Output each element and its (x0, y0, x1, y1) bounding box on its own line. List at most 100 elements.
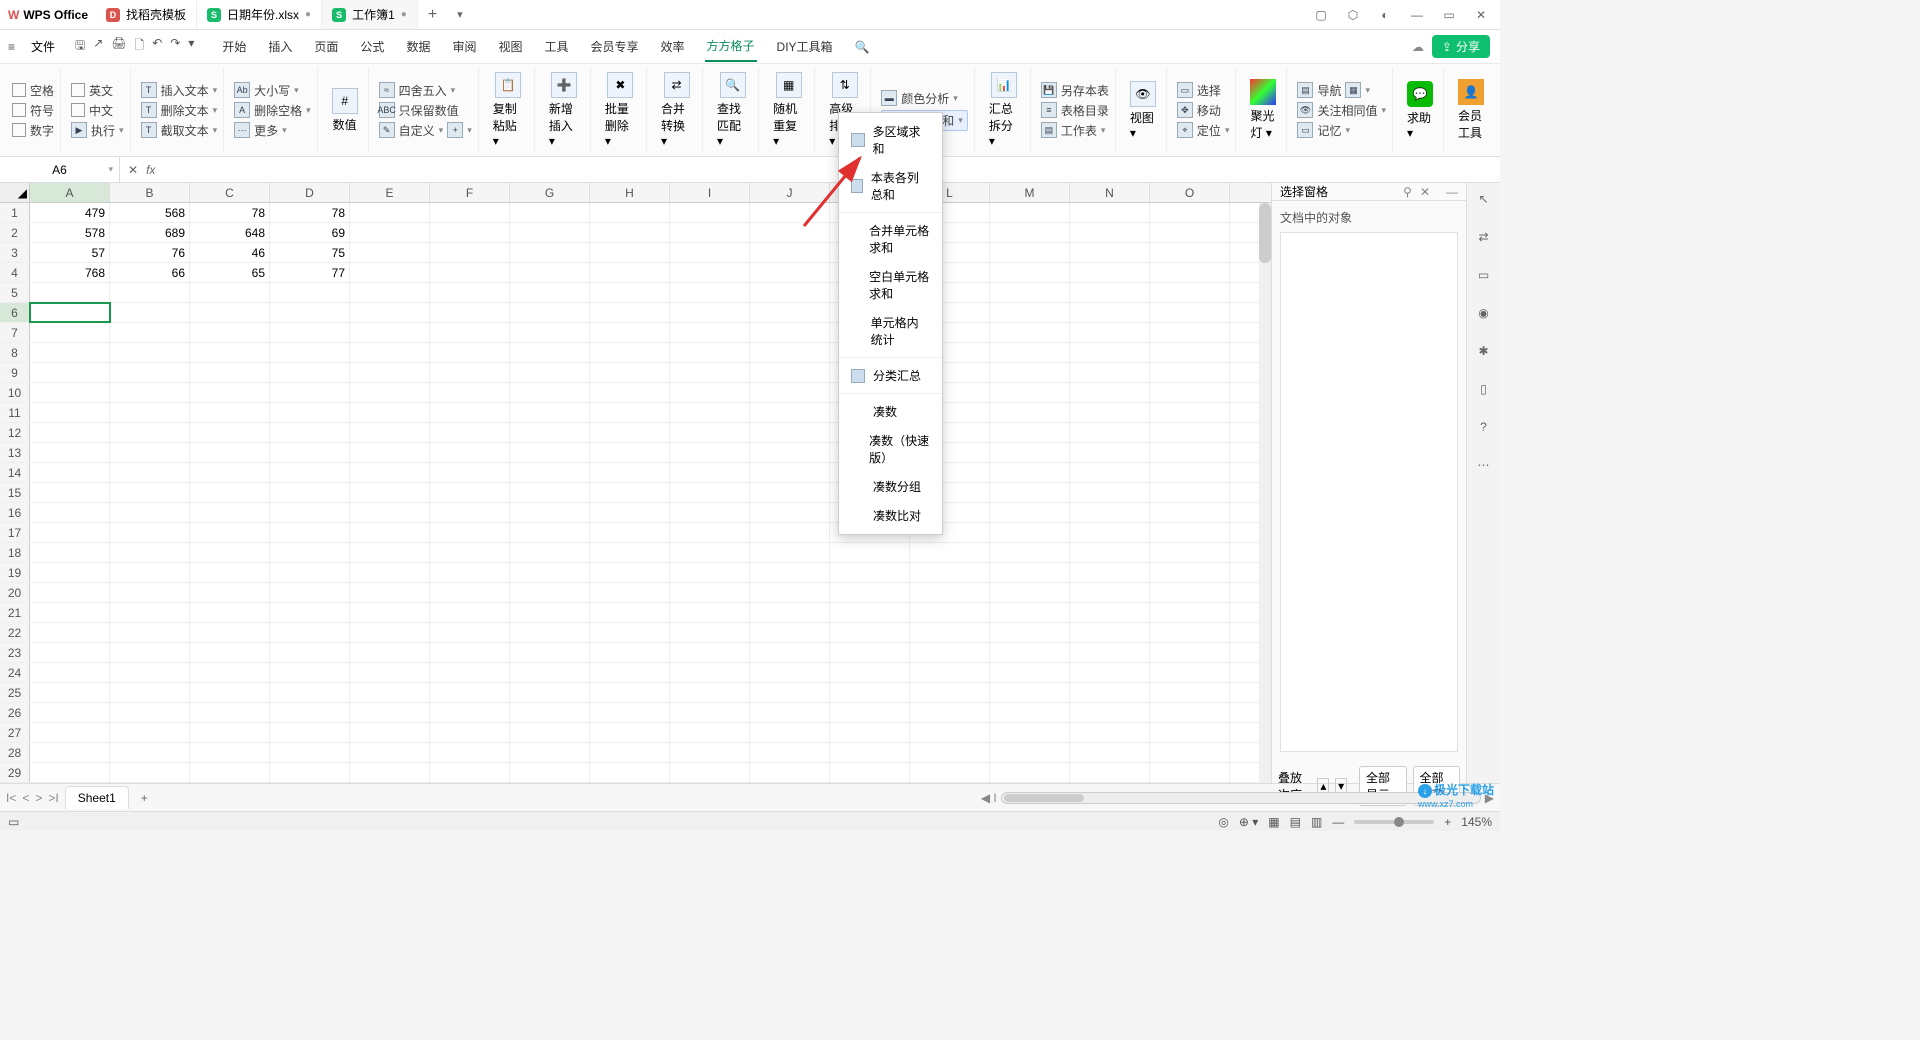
cell[interactable] (750, 683, 830, 702)
cell[interactable] (1150, 263, 1230, 282)
doc-tab-sheet2[interactable]: S 工作簿1 ● (322, 0, 418, 29)
cell[interactable] (350, 543, 430, 562)
cell[interactable] (1070, 583, 1150, 602)
check-symbol[interactable]: 符号 (12, 102, 54, 119)
check-number[interactable]: 数字 (12, 122, 54, 139)
cell[interactable] (270, 483, 350, 502)
column-header[interactable]: D (270, 183, 350, 202)
horizontal-scrollbar[interactable] (1001, 792, 1481, 804)
cell[interactable] (430, 223, 510, 242)
cell[interactable] (1150, 363, 1230, 382)
cell[interactable] (270, 663, 350, 682)
cell[interactable] (750, 203, 830, 222)
cell[interactable] (750, 543, 830, 562)
cell[interactable] (750, 743, 830, 762)
row-header[interactable]: 19 (0, 563, 30, 582)
spreadsheet-grid[interactable]: ◢ ABCDEFGHIJKLMNO 1479568787825786896486… (0, 183, 1271, 783)
fx-icon[interactable]: fx (146, 163, 155, 177)
cell[interactable] (990, 263, 1070, 282)
cancel-formula-icon[interactable]: ✕ (128, 163, 138, 177)
cell[interactable] (750, 763, 830, 782)
cell[interactable] (830, 743, 910, 762)
cell[interactable] (110, 483, 190, 502)
cell[interactable] (190, 403, 270, 422)
cell[interactable] (190, 603, 270, 622)
cell[interactable] (670, 243, 750, 262)
cell[interactable] (1150, 203, 1230, 222)
copypaste-button[interactable]: 📋复制粘贴 ▾ (489, 70, 528, 150)
cell[interactable] (590, 243, 670, 262)
cell[interactable]: 75 (270, 243, 350, 262)
cell[interactable] (350, 343, 430, 362)
cell[interactable] (590, 323, 670, 342)
cell[interactable] (110, 663, 190, 682)
link-tool-icon[interactable]: ⇄ (1474, 227, 1494, 247)
cell[interactable] (350, 643, 430, 662)
cell[interactable] (750, 663, 830, 682)
cell[interactable] (270, 383, 350, 402)
cell[interactable] (510, 663, 590, 682)
cell[interactable] (1070, 363, 1150, 382)
cell[interactable] (990, 503, 1070, 522)
case-button[interactable]: Ab大小写▾ (234, 82, 311, 99)
undo-icon[interactable]: ↶ (152, 36, 162, 57)
cell[interactable] (190, 523, 270, 542)
row-header[interactable]: 1 (0, 203, 30, 222)
cell[interactable]: 689 (110, 223, 190, 242)
cell[interactable] (350, 283, 430, 302)
cell[interactable] (1150, 583, 1230, 602)
cell[interactable] (830, 663, 910, 682)
cell[interactable] (590, 623, 670, 642)
cell[interactable] (1150, 643, 1230, 662)
row-header[interactable]: 28 (0, 743, 30, 762)
keepnum-button[interactable]: ABC只保留数值 (379, 102, 472, 119)
cell[interactable] (270, 743, 350, 762)
cell[interactable] (510, 343, 590, 362)
status-mode-icon[interactable]: ▭ (8, 815, 19, 829)
cell[interactable] (430, 743, 510, 762)
tab-review[interactable]: 审阅 (450, 32, 478, 61)
cell[interactable] (510, 423, 590, 442)
formula-input[interactable] (163, 157, 1500, 182)
cell[interactable] (990, 203, 1070, 222)
cell[interactable] (1150, 383, 1230, 402)
row-header[interactable]: 6 (0, 303, 30, 322)
cell[interactable] (510, 303, 590, 322)
cell[interactable] (110, 703, 190, 722)
cell[interactable]: 46 (190, 243, 270, 262)
cell[interactable] (990, 243, 1070, 262)
cell[interactable] (510, 683, 590, 702)
cell[interactable] (670, 323, 750, 342)
cell[interactable] (350, 263, 430, 282)
cell[interactable] (430, 623, 510, 642)
cell[interactable] (670, 483, 750, 502)
cell[interactable] (830, 583, 910, 602)
cell[interactable] (590, 523, 670, 542)
page-tool-icon[interactable]: ▭ (1474, 265, 1494, 285)
sheet-last-icon[interactable]: >I (48, 791, 58, 805)
cell[interactable] (590, 283, 670, 302)
cell[interactable] (910, 643, 990, 662)
cell[interactable] (990, 363, 1070, 382)
book-tool-icon[interactable]: ▯ (1474, 379, 1494, 399)
cell[interactable] (590, 223, 670, 242)
target-icon[interactable]: ⊕ ▾ (1239, 815, 1258, 829)
check-chinese[interactable]: 中文 (71, 102, 124, 119)
avatar-icon[interactable]: ◐ (1376, 6, 1394, 24)
cell[interactable] (270, 363, 350, 382)
cell[interactable] (590, 463, 670, 482)
add-sheet-button[interactable]: + (135, 791, 154, 805)
cell[interactable] (990, 443, 1070, 462)
cell[interactable] (430, 663, 510, 682)
memory-button[interactable]: ▭记忆▾ (1297, 122, 1386, 139)
cell[interactable] (270, 523, 350, 542)
cell[interactable] (430, 423, 510, 442)
cloud-icon[interactable]: ☁ (1412, 40, 1424, 54)
maximize-button[interactable]: ▭ (1440, 6, 1458, 24)
cell[interactable] (270, 323, 350, 342)
row-header[interactable]: 27 (0, 723, 30, 742)
cell[interactable] (350, 423, 430, 442)
tab-fanggezi[interactable]: 方方格子 (705, 31, 757, 62)
table-dir[interactable]: ≡表格目录 (1041, 102, 1109, 119)
doc-tab-sheet1[interactable]: S 日期年份.xlsx ● (197, 0, 322, 29)
